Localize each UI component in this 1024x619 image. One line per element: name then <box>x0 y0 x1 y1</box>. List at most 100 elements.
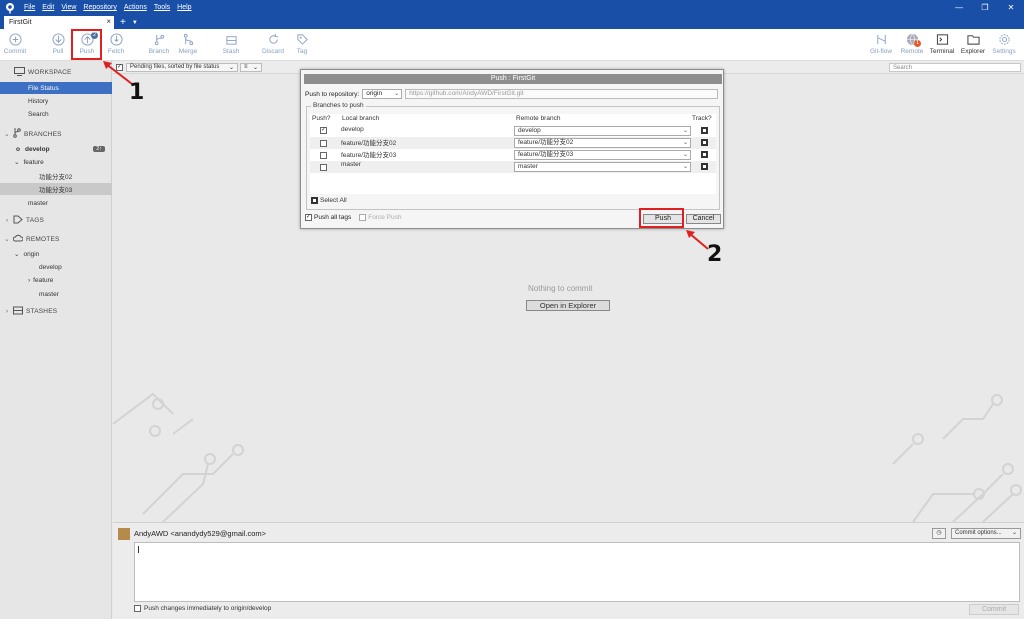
track-checkbox[interactable] <box>701 127 708 134</box>
commit-message-input[interactable] <box>134 542 1020 602</box>
menu-repository[interactable]: Repository <box>83 4 116 11</box>
track-checkbox[interactable] <box>701 163 708 170</box>
tab-bar: FirstGit × + ▼ <box>0 15 1024 29</box>
col-track-header: Track? <box>692 115 712 122</box>
stash-label: Stash <box>222 48 240 55</box>
view-mode-dropdown[interactable]: ≡ ⌄ <box>240 62 262 72</box>
branch-label: Branch <box>148 48 170 55</box>
sidebar-item-develop[interactable]: o develop 2↑ <box>0 143 112 155</box>
push-branch-checkbox[interactable] <box>320 164 327 171</box>
remote-branch-select[interactable]: feature/功能分支02 ⌄ <box>514 138 691 148</box>
track-checkbox[interactable] <box>701 139 708 146</box>
remote-url-field[interactable]: https://github.com/AndyAWD/FirstGit.git <box>405 89 719 99</box>
commit-submit-button[interactable]: Commit <box>969 604 1019 615</box>
explorer-button[interactable]: Explorer <box>958 32 988 60</box>
minimize-icon[interactable]: — <box>946 0 972 15</box>
merge-button[interactable]: Merge <box>173 32 203 60</box>
remote-select[interactable]: origin ⌄ <box>362 89 403 99</box>
menu-help[interactable]: Help <box>177 4 191 11</box>
menu-tools[interactable]: Tools <box>154 4 170 11</box>
cancel-button[interactable]: Cancel <box>686 214 721 224</box>
sidebar-item-origin[interactable]: ⌄ origin <box>0 248 112 260</box>
col-push-header: Push? <box>312 115 331 122</box>
sidebar-item-history[interactable]: History <box>0 95 112 107</box>
restore-icon[interactable]: ❐ <box>972 0 998 15</box>
select-all-checkbox[interactable] <box>311 197 318 204</box>
text-cursor <box>138 546 139 553</box>
pull-label: Pull <box>52 48 64 55</box>
menu-file[interactable]: File <box>24 4 35 11</box>
stash-button[interactable]: Stash <box>216 32 246 60</box>
terminal-button[interactable]: Terminal <box>927 32 957 60</box>
sidebar-item-master[interactable]: master <box>0 197 112 209</box>
local-branch-name: develop <box>341 126 364 133</box>
sidebar-item-feature[interactable]: ⌄ feature <box>0 156 112 168</box>
sidebar-workspace-header[interactable]: WORKSPACE <box>0 66 112 78</box>
push-branch-checkbox[interactable] <box>320 140 327 147</box>
pull-button[interactable]: Pull <box>43 32 73 60</box>
gear-icon <box>997 32 1011 46</box>
push-immediately-option[interactable]: Push changes immediately to origin/devel… <box>134 605 271 612</box>
remote-branch-select[interactable]: master ⌄ <box>514 162 691 172</box>
sidebar-item-origin-master[interactable]: master <box>0 288 112 300</box>
gitflow-button[interactable]: Git-flow <box>866 32 896 60</box>
sidebar-remotes-header[interactable]: ⌄ REMOTES <box>0 233 112 245</box>
sidebar-item-feature-02[interactable]: 功能分支02 <box>0 170 112 182</box>
nothing-to-commit-text: Nothing to commit <box>528 284 593 293</box>
sidebar-item-file-status[interactable]: File Status <box>0 82 112 94</box>
sidebar-item-feature-03[interactable]: 功能分支03 <box>0 183 112 195</box>
branches-to-push-group: Branches to push Push? Local branch Remo… <box>306 102 720 210</box>
chevron-down-icon: ⌄ <box>4 236 10 243</box>
commit-button[interactable]: Commit <box>0 32 30 60</box>
branch-button[interactable]: Branch <box>144 32 174 60</box>
select-all-label: Select All <box>320 197 347 204</box>
file-filter-dropdown[interactable]: Pending files, sorted by file status ⌄ <box>126 62 238 72</box>
select-all-option[interactable]: Select All <box>311 197 347 204</box>
menu-actions[interactable]: Actions <box>124 4 147 11</box>
table-row: master master ⌄ <box>310 161 716 173</box>
track-checkbox[interactable] <box>701 151 708 158</box>
master-label: master <box>28 199 48 207</box>
local-branch-name: master <box>341 161 361 168</box>
chevron-right-icon: › <box>5 307 9 315</box>
sidebar-tags-header[interactable]: › TAGS <box>0 214 112 226</box>
push-branch-checkbox[interactable] <box>320 152 327 159</box>
settings-button[interactable]: Settings <box>989 32 1019 60</box>
force-push-checkbox[interactable] <box>359 214 367 221</box>
commit-options-dropdown[interactable]: Commit options... ⌄ <box>951 528 1021 539</box>
push-dialog: Push : FirstGit Push to repository: orig… <box>300 69 724 229</box>
feature-03-label: 功能分支03 <box>39 187 73 194</box>
dialog-title: Push : FirstGit <box>304 74 722 84</box>
remote-branch-select[interactable]: feature/功能分支03 ⌄ <box>514 150 691 160</box>
sidebar-stashes-header[interactable]: › STASHES <box>0 305 112 317</box>
tab-dropdown-icon[interactable]: ▼ <box>132 17 138 29</box>
repo-tab[interactable]: FirstGit × <box>4 16 114 29</box>
ahead-badge: 2↑ <box>93 146 105 152</box>
chevron-down-icon: ⌄ <box>4 131 10 138</box>
sidebar-item-origin-develop[interactable]: develop <box>0 261 112 273</box>
fetch-button[interactable]: Fetch <box>101 32 131 60</box>
menu-edit[interactable]: Edit <box>42 4 54 11</box>
chevron-down-icon: ⌄ <box>682 140 688 146</box>
close-tab-icon[interactable]: × <box>106 17 111 26</box>
remote-branch-select[interactable]: develop ⌄ <box>514 126 691 136</box>
tag-button[interactable]: Tag <box>287 32 317 60</box>
table-header: Push? Local branch Remote branch Track? <box>310 115 716 124</box>
tags-label: TAGS <box>26 216 45 224</box>
sidebar-branches-header[interactable]: ⌄ BRANCHES <box>0 128 112 140</box>
history-clock-icon[interactable]: ◷ <box>932 528 946 539</box>
new-tab-icon[interactable]: + <box>120 17 126 29</box>
sidebar-item-search[interactable]: Search <box>0 108 112 120</box>
origin-master-label: master <box>39 290 59 298</box>
sidebar-item-origin-feature[interactable]: › feature <box>0 274 112 286</box>
stash-icon <box>13 306 23 317</box>
push-all-tags-checkbox[interactable] <box>305 213 312 221</box>
search-input[interactable]: Search <box>889 63 1021 72</box>
menu-view[interactable]: View <box>61 4 76 11</box>
remote-button[interactable]: 1 Remote <box>897 32 927 60</box>
close-window-icon[interactable]: ✕ <box>998 0 1024 15</box>
open-in-explorer-button[interactable]: Open in Explorer <box>526 300 610 311</box>
push-immediately-checkbox[interactable] <box>134 605 141 612</box>
discard-button[interactable]: Discard <box>258 32 288 60</box>
push-branch-checkbox[interactable] <box>320 126 327 134</box>
